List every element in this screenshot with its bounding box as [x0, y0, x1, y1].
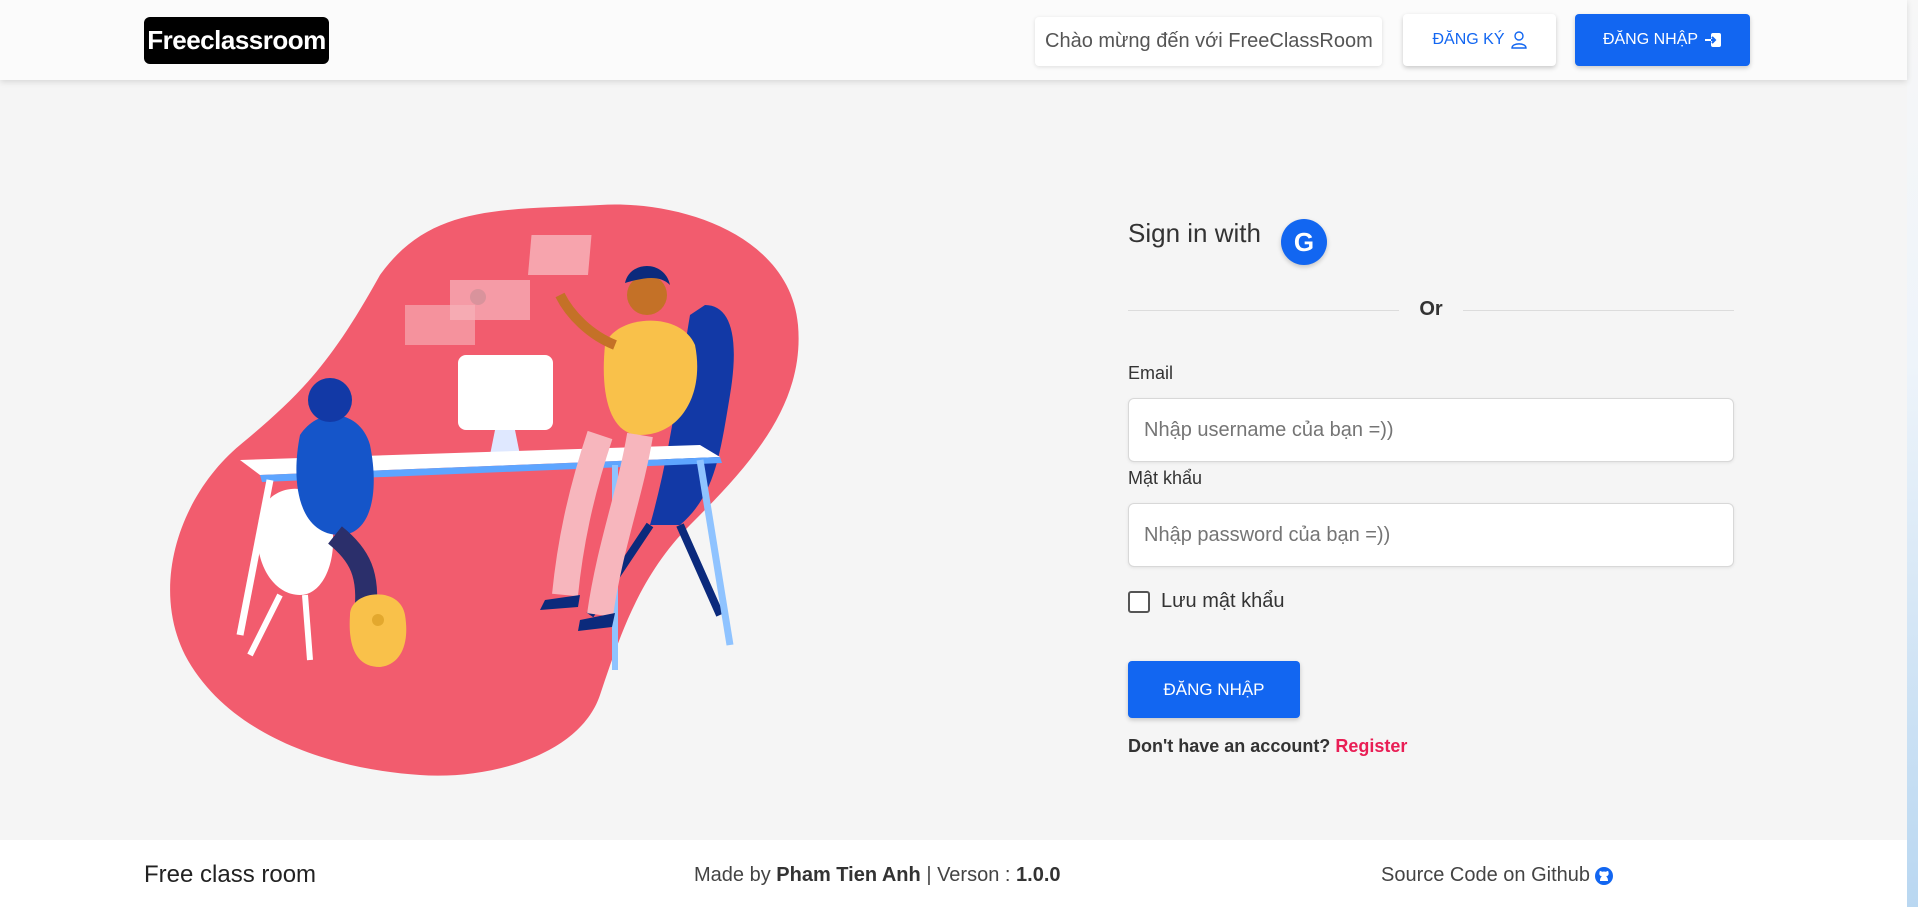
floating-card: [405, 305, 475, 345]
login-submit-label: ĐĂNG NHẬP: [1163, 679, 1265, 699]
divider-right: [1463, 310, 1734, 311]
card-avatar: [470, 289, 486, 305]
no-account-text: Don't have an account?: [1128, 736, 1331, 756]
login-submit-button[interactable]: ĐĂNG NHẬP: [1128, 661, 1300, 718]
footer-credits: Made by Pham Tien Anh | Verson : 1.0.0: [694, 864, 1061, 887]
email-field[interactable]: [1128, 398, 1734, 462]
footer-brand: Free class room: [144, 861, 317, 888]
google-icon: G: [1293, 226, 1315, 257]
register-link[interactable]: Register: [1335, 736, 1407, 756]
signin-with-label: Sign in with: [1128, 218, 1261, 248]
floating-card: [528, 235, 592, 275]
email-label: Email: [1128, 363, 1174, 383]
register-button-label: ĐĂNG KÝ: [1432, 31, 1505, 48]
backpack: [349, 594, 407, 667]
github-link-label: Source Code on Github: [1381, 864, 1591, 886]
version-prefix: | Verson :: [926, 864, 1011, 886]
author-name: Pham Tien Anh: [776, 864, 921, 886]
password-label: Mật khẩu: [1128, 468, 1203, 488]
divider-left: [1128, 310, 1399, 311]
signin-with-row: Sign in with: [1128, 218, 1261, 249]
classroom-illustration: [170, 204, 799, 776]
woman-torso: [296, 415, 374, 535]
scrollbar-edge: [1907, 0, 1918, 907]
sign-in-icon: [1705, 33, 1722, 47]
login-button-top[interactable]: ĐĂNG NHẬP: [1575, 14, 1750, 66]
version-number: 1.0.0: [1016, 864, 1061, 886]
man-head: [627, 275, 667, 315]
remember-checkbox[interactable]: [1128, 591, 1150, 613]
woman-head: [308, 378, 352, 422]
logo[interactable]: Freeclassroom: [144, 17, 329, 64]
no-account-row: Don't have an account? Register: [1128, 736, 1407, 757]
welcome-message: Chào mừng đến với FreeClassRoom: [1035, 17, 1382, 66]
github-link[interactable]: Source Code on Github: [1381, 864, 1614, 887]
password-field[interactable]: [1128, 503, 1734, 567]
monitor: [458, 355, 553, 430]
backpack-pocket: [372, 614, 384, 626]
made-by-prefix: Made by: [694, 864, 771, 886]
remember-label[interactable]: Lưu mật khẩu: [1161, 590, 1284, 613]
or-label: Or: [1419, 298, 1443, 320]
navbar: Freeclassroom Chào mừng đến với FreeClas…: [0, 0, 1907, 80]
footer: Free class room Made by Pham Tien Anh | …: [0, 840, 1907, 907]
user-icon: [1510, 31, 1527, 49]
google-signin-button[interactable]: G: [1281, 219, 1327, 265]
github-icon: [1595, 866, 1614, 885]
login-button-top-label: ĐĂNG NHẬP: [1602, 31, 1699, 48]
register-button[interactable]: ĐĂNG KÝ: [1403, 14, 1556, 66]
